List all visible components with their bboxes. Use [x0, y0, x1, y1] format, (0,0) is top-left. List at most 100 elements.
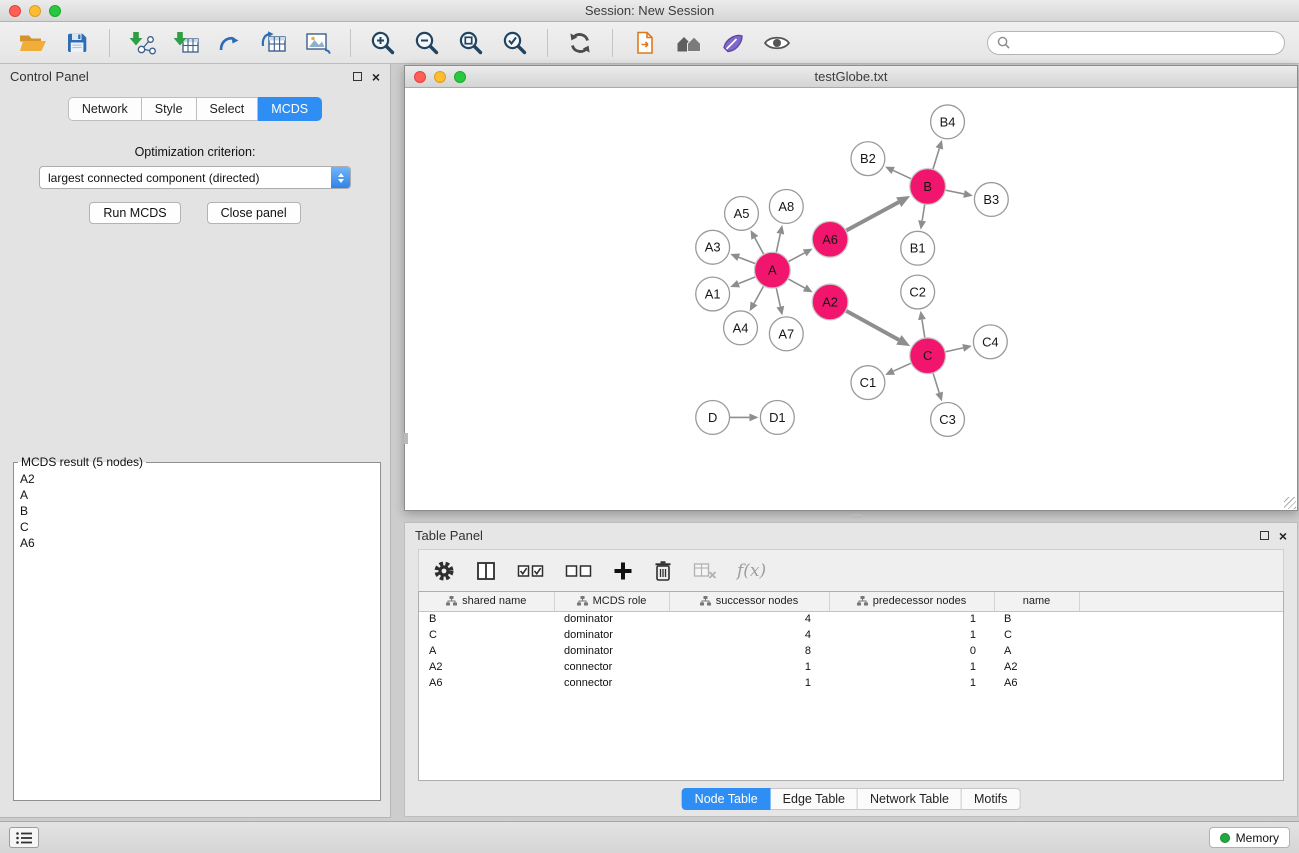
table-cell[interactable]: A6 [994, 675, 1079, 691]
table-cell[interactable]: 1 [829, 627, 994, 643]
deselect-all-icon[interactable] [565, 562, 593, 580]
task-history-button[interactable] [9, 827, 39, 848]
table-cell[interactable]: connector [554, 659, 669, 675]
table-cell[interactable]: A2 [419, 659, 554, 675]
graph-edge-A-A3[interactable] [739, 257, 756, 264]
graph-edge-A-A4[interactable] [754, 286, 764, 304]
table-cell[interactable]: 8 [669, 643, 829, 659]
zoom-window-icon[interactable] [49, 5, 61, 17]
import-table-button[interactable] [167, 27, 205, 59]
result-item[interactable]: A2 [14, 471, 380, 487]
tab-network-table[interactable]: Network Table [858, 788, 962, 810]
result-item[interactable]: B [14, 503, 380, 519]
table-cell[interactable]: 1 [669, 659, 829, 675]
table-cell[interactable]: 1 [829, 675, 994, 691]
tab-select[interactable]: Select [197, 97, 259, 121]
table-cell[interactable]: A2 [994, 659, 1079, 675]
graph-edge-A-A2[interactable] [788, 279, 805, 288]
memory-button[interactable]: Memory [1209, 827, 1290, 848]
add-column-plus-icon[interactable] [613, 561, 633, 581]
graph-edge-A2-C[interactable] [846, 311, 899, 340]
result-item[interactable]: A [14, 487, 380, 503]
graph-edge-A-A5[interactable] [755, 238, 764, 255]
tab-style[interactable]: Style [142, 97, 197, 121]
network-graph[interactable]: B4B2BB3A5A8A6A3B1AA1C2A2A4A7C4CC1C3DD1 [406, 89, 1296, 509]
table-cell[interactable]: connector [554, 675, 669, 691]
graph-edge-A-A8[interactable] [776, 234, 780, 253]
search-box[interactable] [987, 31, 1285, 55]
column-header-name[interactable]: name [994, 592, 1079, 611]
graph-edge-A-A7[interactable] [776, 288, 780, 307]
tab-mcds[interactable]: MCDS [258, 97, 322, 121]
graph-edge-B-B2[interactable] [893, 170, 911, 179]
open-session-button[interactable] [14, 27, 52, 59]
graph-edge-A-A6[interactable] [788, 253, 804, 262]
column-header-mcds-role[interactable]: MCDS role [554, 592, 669, 611]
graph-edge-C-C3[interactable] [933, 373, 939, 393]
result-item[interactable]: C [14, 519, 380, 535]
open-document-button[interactable] [626, 27, 664, 59]
zoom-selected-button[interactable] [496, 27, 534, 59]
table-cell[interactable]: C [419, 627, 554, 643]
export-image-button[interactable] [299, 27, 337, 59]
table-cell[interactable]: dominator [554, 627, 669, 643]
graph-edge-C-C2[interactable] [922, 320, 925, 338]
table-row[interactable]: Adominator80A [419, 643, 1283, 659]
table-row[interactable]: A2connector11A2 [419, 659, 1283, 675]
zoom-in-button[interactable] [364, 27, 402, 59]
new-network-button[interactable] [211, 27, 249, 59]
graph-edge-A6-B[interactable] [846, 202, 899, 231]
close-table-panel-icon[interactable]: × [1279, 529, 1287, 543]
select-all-icon[interactable] [517, 562, 545, 580]
table-cell[interactable]: 4 [669, 611, 829, 627]
close-panel-icon[interactable]: × [372, 70, 380, 84]
delete-column-trash-icon[interactable] [653, 559, 673, 583]
home-button[interactable] [670, 27, 708, 59]
import-network-button[interactable] [123, 27, 161, 59]
table-cell[interactable]: A6 [419, 675, 554, 691]
network-minimize-icon[interactable] [434, 71, 446, 83]
table-cell[interactable]: 1 [829, 659, 994, 675]
float-panel-icon[interactable] [353, 72, 362, 81]
result-item[interactable]: A6 [14, 535, 380, 551]
network-close-icon[interactable] [414, 71, 426, 83]
graph-edge-C-C4[interactable] [945, 348, 963, 352]
table-cell[interactable]: 1 [829, 611, 994, 627]
tab-network[interactable]: Network [68, 97, 142, 121]
column-header-successor-nodes[interactable]: successor nodes [669, 592, 829, 611]
table-cell[interactable]: B [994, 611, 1079, 627]
column-header-predecessor-nodes[interactable]: predecessor nodes [829, 592, 994, 611]
resize-grip-icon[interactable] [1284, 497, 1296, 509]
graph-edge-B-B1[interactable] [922, 204, 925, 221]
table-cell[interactable]: A [419, 643, 554, 659]
tab-node-table[interactable]: Node Table [682, 788, 771, 810]
show-columns-icon[interactable] [475, 560, 497, 582]
close-panel-button[interactable]: Close panel [207, 202, 301, 224]
network-zoom-icon[interactable] [454, 71, 466, 83]
table-row[interactable]: Bdominator41B [419, 611, 1283, 627]
float-table-panel-icon[interactable] [1260, 531, 1269, 540]
table-cell[interactable]: C [994, 627, 1079, 643]
table-settings-gear-icon[interactable] [433, 560, 455, 582]
table-cell[interactable]: 4 [669, 627, 829, 643]
network-window-titlebar[interactable]: testGlobe.txt [405, 66, 1297, 88]
close-window-icon[interactable] [9, 5, 21, 17]
zoom-out-button[interactable] [408, 27, 446, 59]
tab-edge-table[interactable]: Edge Table [771, 788, 858, 810]
new-table-button[interactable] [255, 27, 293, 59]
table-cell[interactable]: 0 [829, 643, 994, 659]
graph-edge-B-B3[interactable] [945, 190, 964, 194]
optimization-criterion-dropdown[interactable]: largest connected component (directed) [39, 166, 351, 189]
table-cell[interactable]: dominator [554, 611, 669, 627]
save-session-button[interactable] [58, 27, 96, 59]
table-cell[interactable]: 1 [669, 675, 829, 691]
horizontal-scrollbar-thumb[interactable] [851, 514, 862, 518]
run-mcds-button[interactable]: Run MCDS [89, 202, 180, 224]
show-graphics-button[interactable] [758, 27, 796, 59]
table-cell[interactable]: A [994, 643, 1079, 659]
table-cell[interactable]: B [419, 611, 554, 627]
minimize-window-icon[interactable] [29, 5, 41, 17]
apply-layout-button[interactable] [561, 27, 599, 59]
dropdown-stepper-icon[interactable] [331, 167, 350, 188]
search-input[interactable] [1015, 36, 1275, 50]
